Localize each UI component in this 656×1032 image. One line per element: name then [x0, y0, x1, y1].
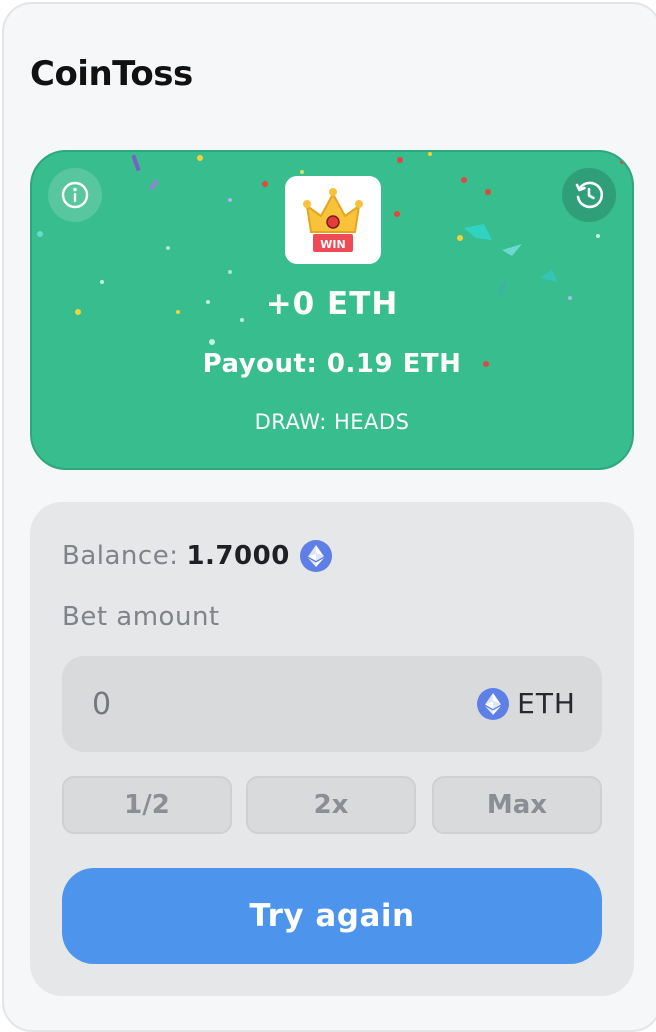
bet-amount-field: ETH: [62, 656, 602, 752]
balance-row: Balance: 1.7000: [62, 540, 332, 572]
max-bet-button[interactable]: Max: [432, 776, 602, 834]
bet-amount-input[interactable]: [92, 656, 452, 752]
result-card: WIN +0 ETH Payout: 0.19 ETH DRAW: HEADS: [30, 150, 634, 470]
half-bet-button[interactable]: 1/2: [62, 776, 232, 834]
badge-text: WIN: [320, 238, 345, 251]
crown-icon: WIN: [303, 188, 363, 252]
win-badge: WIN: [285, 176, 381, 264]
history-button[interactable]: [562, 168, 616, 222]
history-icon: [575, 181, 604, 209]
draw-result: DRAW: HEADS: [254, 410, 410, 434]
profit-amount: +0 ETH: [265, 286, 399, 322]
ethereum-icon: [299, 540, 332, 572]
bet-amount-label: Bet amount: [62, 602, 220, 632]
info-icon: [61, 181, 89, 209]
currency-selector: ETH: [477, 687, 576, 720]
try-again-button[interactable]: Try again: [62, 868, 602, 964]
app-title: CoinToss: [30, 54, 193, 94]
ethereum-icon: [477, 687, 510, 720]
payout-text: Payout: 0.19 ETH: [202, 349, 462, 379]
double-bet-button[interactable]: 2x: [246, 776, 416, 834]
balance-value: 1.7000: [186, 541, 290, 571]
balance-label: Balance:: [62, 541, 179, 571]
currency-label: ETH: [517, 687, 576, 720]
cointoss-app: CoinToss WIN +0 ETH Payout: 0.19 ETH DRA…: [2, 2, 656, 1032]
bet-panel: Balance: 1.7000 Bet amount 0 ETH 1/2 2x …: [30, 502, 634, 996]
info-button[interactable]: [48, 168, 102, 222]
